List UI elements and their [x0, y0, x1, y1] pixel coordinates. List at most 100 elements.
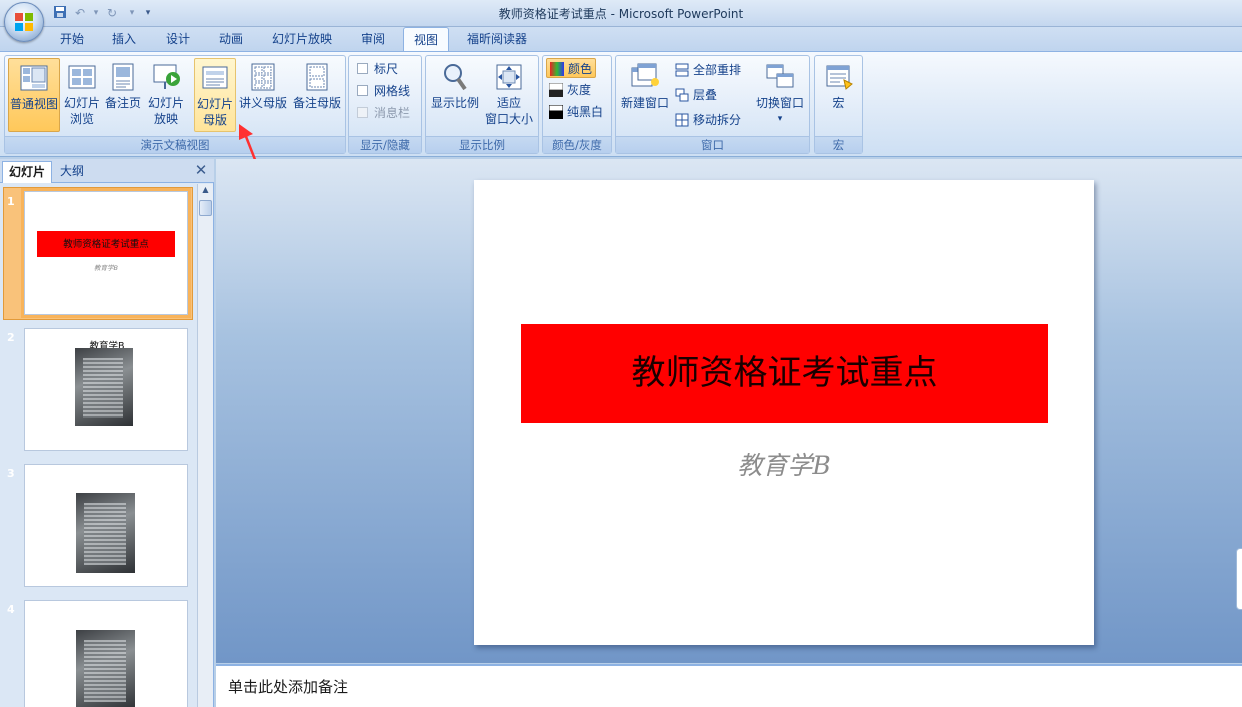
tab-slide-show[interactable]: 幻灯片放映 — [266, 27, 338, 52]
tab-outline[interactable]: 大纲 — [54, 161, 90, 183]
tab-home[interactable]: 开始 — [52, 27, 92, 52]
group-label: 宏 — [815, 136, 862, 153]
fit-to-window-button[interactable]: 适应 窗口大小 — [483, 58, 535, 132]
tab-foxit-reader[interactable]: 福昕阅读器 — [460, 27, 534, 52]
checkbox-box[interactable] — [357, 85, 368, 96]
normal-view-button[interactable]: 普通视图 — [8, 58, 60, 132]
ruler-checkbox[interactable]: 标尺 — [357, 60, 398, 77]
customize-qat-icon[interactable]: ▾ — [140, 5, 156, 21]
slide-master-label-1: 幻灯片 — [196, 97, 233, 111]
photo-text-lines — [83, 358, 123, 418]
notes-master-button[interactable]: 备注母版 — [291, 58, 343, 132]
fit-to-window-icon — [496, 64, 522, 90]
slide-thumbnail-4[interactable] — [24, 600, 188, 707]
cascade-button[interactable]: 层叠 — [675, 85, 717, 105]
slide-subtitle[interactable]: 教育学B — [474, 446, 1094, 482]
arrange-all-icon — [675, 63, 689, 77]
office-button[interactable] — [4, 2, 44, 42]
tab-design[interactable]: 设计 — [158, 27, 198, 52]
move-split-icon — [675, 113, 689, 127]
scroll-up-icon[interactable]: ▲ — [200, 185, 211, 197]
zoom-label: 显示比例 — [430, 96, 479, 110]
handout-master-label: 讲义母版 — [238, 96, 287, 110]
handout-master-icon — [251, 63, 275, 91]
slide-sorter-button[interactable]: 幻灯片 浏览 — [62, 58, 102, 132]
notes-page-icon — [112, 63, 134, 91]
undo-icon[interactable]: ↶ — [72, 5, 88, 21]
grayscale-button[interactable]: 灰度 — [549, 80, 591, 100]
office-logo-icon — [15, 13, 33, 31]
slide-thumbnail-1[interactable]: 教师资格证考试重点 教育学B — [21, 188, 191, 318]
thumb-subtitle: 教育学B — [94, 264, 118, 272]
scroll-thumb[interactable] — [199, 200, 212, 216]
tab-view[interactable]: 视图 — [403, 27, 449, 53]
normal-view-label: 普通视图 — [9, 97, 58, 111]
tab-animations[interactable]: 动画 — [211, 27, 251, 52]
cascade-icon — [675, 88, 689, 102]
notes-master-label: 备注母版 — [292, 96, 341, 110]
tab-slides[interactable]: 幻灯片 — [2, 161, 53, 183]
zoom-button[interactable]: 显示比例 — [429, 58, 481, 132]
tab-review[interactable]: 审阅 — [353, 27, 393, 52]
switch-windows-button[interactable]: 切换窗口 ▾ — [753, 58, 807, 132]
switch-windows-icon — [766, 64, 794, 88]
new-window-label: 新建窗口 — [620, 96, 669, 110]
gridlines-checkbox[interactable]: 网格线 — [357, 82, 410, 99]
checkbox-box[interactable] — [357, 63, 368, 74]
slide-sorter-label-1: 幻灯片 — [63, 96, 100, 110]
close-pane-icon[interactable]: ✕ — [193, 162, 209, 178]
color-icon — [550, 62, 564, 76]
message-bar-label: 消息栏 — [374, 106, 411, 120]
grayscale-icon — [549, 83, 563, 97]
arrange-all-label: 全部重排 — [693, 63, 742, 77]
thumbnail-scrollbar[interactable]: ▲ — [197, 184, 213, 707]
thumb-title: 教师资格证考试重点 — [63, 239, 149, 250]
document-photo — [76, 630, 135, 707]
color-label: 颜色 — [568, 62, 593, 76]
group-label: 窗口 — [616, 136, 809, 153]
slide-number: 1 — [7, 195, 15, 208]
move-split-button[interactable]: 移动拆分 — [675, 110, 741, 130]
switch-windows-label: 切换窗口 — [755, 96, 804, 110]
macros-button[interactable]: 宏 — [818, 58, 859, 132]
color-button[interactable]: 颜色 — [546, 58, 596, 78]
redo-icon[interactable]: ↻ — [104, 5, 120, 21]
normal-view-icon — [20, 65, 48, 91]
tab-insert[interactable]: 插入 — [104, 27, 144, 52]
slide-thumbnail-3[interactable] — [24, 464, 188, 587]
photo-text-lines — [84, 503, 126, 565]
notes-placeholder[interactable]: 单击此处添加备注 — [228, 676, 348, 697]
slide-show-button[interactable]: 幻灯片 放映 — [145, 58, 187, 132]
group-label: 颜色/灰度 — [543, 136, 611, 153]
document-photo — [76, 493, 135, 573]
notes-master-icon — [306, 63, 328, 91]
slide-sorter-label-2: 浏览 — [69, 112, 94, 126]
black-white-button[interactable]: 纯黑白 — [549, 102, 603, 122]
fit-label-2: 窗口大小 — [484, 112, 533, 126]
photo-text-lines — [84, 640, 126, 702]
group-label: 演示文稿视图 — [5, 136, 345, 153]
slide-title[interactable]: 教师资格证考试重点 — [521, 324, 1048, 423]
macros-icon — [826, 65, 853, 90]
macros-label: 宏 — [832, 96, 845, 110]
new-window-icon — [631, 63, 659, 87]
document-photo — [75, 348, 133, 426]
save-icon[interactable] — [52, 5, 68, 21]
notes-pane[interactable] — [216, 664, 1242, 707]
black-white-label: 纯黑白 — [567, 105, 604, 119]
slide-show-label-2: 放映 — [153, 112, 178, 126]
grayscale-label: 灰度 — [567, 83, 592, 97]
ruler-label: 标尺 — [374, 62, 399, 76]
side-handle[interactable] — [1236, 548, 1242, 610]
new-window-button[interactable]: 新建窗口 — [619, 58, 671, 132]
notes-page-button[interactable]: 备注页 — [103, 58, 143, 132]
slide-thumbnail-2[interactable]: 教育学B — [24, 328, 188, 451]
slide-sorter-icon — [68, 65, 96, 89]
dropdown-arrow-icon: ▾ — [777, 114, 783, 124]
black-white-icon — [549, 105, 563, 119]
undo-dropdown-icon[interactable]: ▾ — [88, 5, 104, 21]
cascade-label: 层叠 — [693, 88, 718, 102]
move-split-label: 移动拆分 — [693, 113, 742, 127]
arrange-all-button[interactable]: 全部重排 — [675, 60, 741, 80]
redo-dropdown-icon[interactable]: ▾ — [124, 5, 140, 21]
